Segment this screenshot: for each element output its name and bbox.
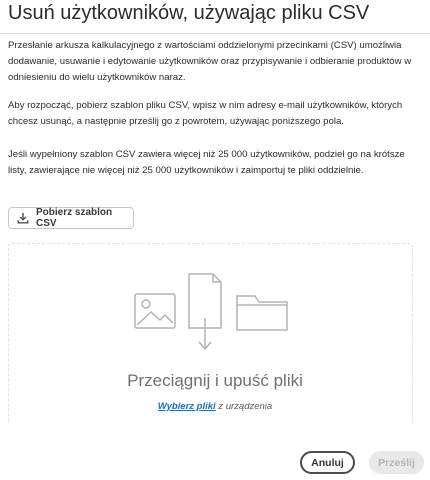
- file-upload-icon: [188, 273, 222, 351]
- dropzone-illustration: [133, 272, 291, 352]
- limit-paragraph: Jeśli wypełniony szablon CSV zawiera wię…: [8, 149, 405, 176]
- title-divider: [0, 33, 430, 34]
- download-template-label: Pobierz szablon CSV: [36, 207, 113, 229]
- dropzone-title: Przeciągnij i upuść pliki: [127, 371, 303, 390]
- download-template-button[interactable]: Pobierz szablon CSV: [8, 207, 134, 229]
- dropzone-subtitle: Wybierz pliki z urządzenia: [0, 401, 430, 412]
- folder-icon: [236, 295, 288, 331]
- choose-files-link[interactable]: Wybierz pliki: [158, 401, 216, 412]
- submit-button[interactable]: Prześlij: [369, 451, 424, 474]
- intro-paragraph: Przesłanie arkusza kalkulacyjnego z wart…: [8, 40, 412, 83]
- image-icon: [134, 293, 176, 329]
- instructions-paragraph: Aby rozpocząć, pobierz szablon pliku CSV…: [8, 100, 403, 127]
- cancel-button[interactable]: Anuluj: [300, 451, 355, 474]
- dialog-title: Usuń użytkowników, używając pliku CSV: [8, 2, 370, 24]
- from-device-text: z urządzenia: [215, 401, 273, 412]
- download-icon: [17, 212, 29, 224]
